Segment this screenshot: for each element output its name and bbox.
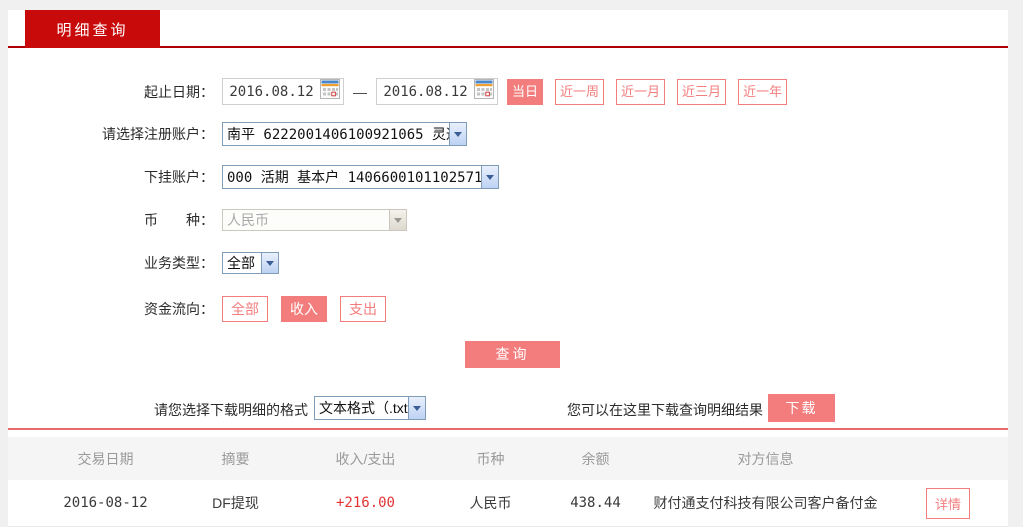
start-date-input[interactable]: 2016.08.12 xyxy=(222,78,344,105)
download-button[interactable]: 下载 xyxy=(768,394,835,422)
content-panel: 明细查询 起止日期： 2016.08.12 — 2016.08.12 当日 近一… xyxy=(8,10,1008,527)
currency-row: 币 种： 人民币 xyxy=(8,209,1008,231)
business-type-row: 业务类型： 全部 xyxy=(8,252,1008,274)
table-header-counterparty: 对方信息 xyxy=(737,450,794,467)
fund-flow-expense-button[interactable]: 支出 xyxy=(340,296,386,322)
currency-select: 人民币 xyxy=(222,209,407,231)
quick-range-3months-button[interactable]: 近三月 xyxy=(677,78,727,105)
table-header-currency: 币种 xyxy=(476,450,505,467)
download-format-label: 请您选择下载明细的格式 xyxy=(154,402,308,418)
table-row: 2016-08-12 DF提现 +216.00 人民币 438.44 财付通支付… xyxy=(8,480,1008,527)
cell-balance: 438.44 xyxy=(570,495,621,511)
fund-flow-income-button[interactable]: 收入 xyxy=(281,296,327,322)
date-range-label: 起止日期： xyxy=(144,83,214,100)
quick-range-month-button[interactable]: 近一月 xyxy=(616,78,666,105)
business-type-label: 业务类型： xyxy=(144,255,214,271)
cell-transaction-date: 2016-08-12 xyxy=(63,495,148,511)
tab-bar: 明细查询 xyxy=(8,10,1008,48)
quick-range-year-button[interactable]: 近一年 xyxy=(738,78,788,105)
table-header-balance: 余额 xyxy=(581,450,610,467)
table-header-amount: 收入/支出 xyxy=(335,450,396,467)
cell-summary: DF提现 xyxy=(212,495,259,511)
start-date-value: 2016.08.12 xyxy=(229,83,314,100)
chevron-down-icon xyxy=(261,253,278,273)
download-format-select[interactable]: 文本格式（.txt） xyxy=(314,396,426,420)
currency-label: 币 种： xyxy=(144,212,214,228)
register-account-label: 请选择注册账户： xyxy=(102,126,214,142)
table-top-divider xyxy=(8,428,1008,430)
date-range-row: 起止日期： 2016.08.12 — 2016.08.12 当日 近一周 近一月… xyxy=(8,78,1008,105)
business-type-select[interactable]: 全部 xyxy=(222,252,279,274)
table-header-row: 交易日期 摘要 收入/支出 币种 余额 对方信息 xyxy=(8,437,1008,480)
cell-currency: 人民币 xyxy=(469,495,512,511)
chevron-down-icon xyxy=(481,166,498,188)
download-hint-text: 您可以在这里下载查询明细结果 xyxy=(567,402,763,418)
fund-flow-all-button[interactable]: 全部 xyxy=(222,296,268,322)
business-type-value: 全部 xyxy=(227,255,255,271)
fund-flow-label: 资金流向： xyxy=(144,301,214,317)
download-format-value: 文本格式（.txt） xyxy=(319,400,408,416)
fund-flow-row: 资金流向： 全部 收入 支出 xyxy=(8,296,1008,322)
cell-amount: +216.00 xyxy=(335,495,395,511)
end-date-input[interactable]: 2016.08.12 xyxy=(376,78,498,105)
detail-button[interactable]: 详情 xyxy=(925,487,970,519)
sub-account-value: 000 活期 基本户 1406600101102571848 xyxy=(227,170,481,186)
register-account-value: 南平 6222001406100921065 灵通卡 xyxy=(227,127,449,143)
calendar-icon[interactable] xyxy=(474,79,494,104)
quick-range-today-button[interactable]: 当日 xyxy=(507,78,544,105)
cell-counterparty: 财付通支付科技有限公司客户备付金 xyxy=(653,495,878,511)
chevron-down-icon xyxy=(408,397,425,419)
currency-value: 人民币 xyxy=(227,212,269,228)
register-account-row: 请选择注册账户： 南平 6222001406100921065 灵通卡 xyxy=(8,122,1008,146)
table-header-summary: 摘要 xyxy=(221,450,250,467)
tab-detail-query[interactable]: 明细查询 xyxy=(25,10,160,48)
sub-account-row: 下挂账户： 000 活期 基本户 1406600101102571848 xyxy=(8,165,1008,189)
sub-account-label: 下挂账户： xyxy=(144,169,214,185)
query-button[interactable]: 查询 xyxy=(465,341,560,368)
chevron-down-icon xyxy=(389,210,406,230)
date-range-separator: — xyxy=(353,83,367,100)
chevron-down-icon xyxy=(449,123,466,145)
sub-account-select[interactable]: 000 活期 基本户 1406600101102571848 xyxy=(222,165,499,189)
calendar-icon[interactable] xyxy=(320,79,340,104)
end-date-value: 2016.08.12 xyxy=(383,83,468,100)
table-header-date: 交易日期 xyxy=(77,450,134,467)
quick-range-week-button[interactable]: 近一周 xyxy=(555,78,605,105)
register-account-select[interactable]: 南平 6222001406100921065 灵通卡 xyxy=(222,122,467,146)
